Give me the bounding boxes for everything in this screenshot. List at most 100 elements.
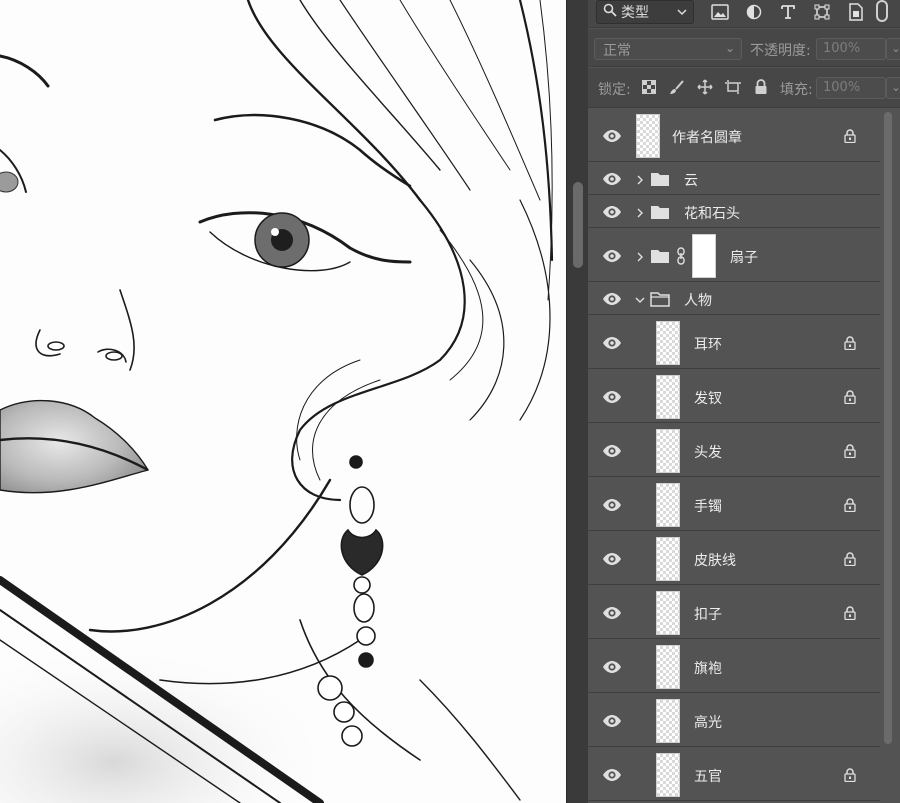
visibility-eye-icon[interactable] [602,292,622,306]
visibility-eye-icon[interactable] [602,660,622,674]
visibility-eye-icon[interactable] [602,172,622,186]
filter-kind-select[interactable]: 类型 [596,0,694,24]
adjustment-layer-filter-icon[interactable] [744,2,764,22]
lock-artboard-icon[interactable] [724,78,742,96]
search-icon [603,3,617,21]
layer-row[interactable]: 高光 [588,694,880,747]
link-chain-icon[interactable] [676,246,686,265]
layer-name: 手镯 [694,498,722,515]
layer-row[interactable]: 人物 [588,283,880,315]
blend-mode-bar: 正常 ⌄ 不透明度: 100% ⌄ [588,29,900,67]
blend-mode-value: 正常 [603,43,631,59]
opacity-value: 100% [823,41,861,56]
opacity-slider-toggle-icon[interactable]: ⌄ [886,38,900,60]
lock-options [640,78,770,96]
visibility-eye-icon[interactable] [602,390,622,404]
filter-toggle-switch[interactable] [876,0,888,22]
visibility-eye-icon[interactable] [602,768,622,782]
visibility-eye-icon[interactable] [602,552,622,566]
layers-scrollbar[interactable] [884,112,892,744]
layer-lock-icon [844,551,856,566]
layer-thumbnail[interactable] [656,320,680,365]
layer-name: 扇子 [730,249,758,266]
lock-all-icon[interactable] [752,78,770,96]
layer-row[interactable]: 扇子 [588,229,880,282]
layer-lock-icon [844,497,856,512]
expand-arrow-icon[interactable] [635,251,645,261]
layers-panel: 类型 正常 ⌄ 不透明度: 100% ⌄ 锁定: 填充: 100% ⌄ 作者名圆… [588,0,900,803]
layer-row[interactable]: 扣子 [588,586,880,639]
layer-name: 耳环 [694,336,722,353]
layer-lock-icon [844,767,856,782]
layer-thumbnail[interactable] [656,482,680,527]
canvas-scroll-thumb[interactable] [573,182,583,268]
folder-icon [650,248,670,264]
folder-icon [650,171,670,187]
filter-kind-label: 类型 [621,5,649,21]
layer-thumbnail[interactable] [656,590,680,635]
opacity-label: 不透明度: [750,43,811,59]
layer-row[interactable]: 五官 [588,748,880,801]
layer-row[interactable]: 云 [588,163,880,195]
visibility-eye-icon[interactable] [602,336,622,350]
canvas-scrollbar[interactable] [566,0,588,803]
layer-row[interactable]: 作者名圆章 [588,109,880,162]
layer-name: 皮肤线 [694,552,736,569]
layer-name: 发钗 [694,390,722,407]
layer-thumbnail[interactable] [656,698,680,743]
layer-lock-icon [844,605,856,620]
layer-name: 扣子 [694,606,722,623]
layer-list: 作者名圆章云花和石头扇子人物耳环发钗头发手镯皮肤线扣子旗袍高光五官 [588,109,900,803]
canvas-artwork[interactable] [0,0,566,803]
visibility-eye-icon[interactable] [602,249,622,263]
visibility-eye-icon[interactable] [602,498,622,512]
filter-type-icons [710,2,866,22]
layer-name: 头发 [694,444,722,461]
lock-bar: 锁定: 填充: 100% ⌄ [588,68,900,108]
expand-arrow-icon[interactable] [635,174,645,185]
layer-thumbnail[interactable] [656,536,680,581]
blend-mode-select[interactable]: 正常 ⌄ [594,38,742,60]
visibility-eye-icon[interactable] [602,714,622,728]
layer-thumbnail[interactable] [656,644,680,689]
lock-pixels-brush-icon[interactable] [668,78,686,96]
visibility-eye-icon[interactable] [602,129,622,143]
expand-arrow-icon[interactable] [635,207,645,218]
visibility-eye-icon[interactable] [602,606,622,620]
collapse-arrow-icon[interactable] [635,294,645,304]
layer-lock-icon [844,443,856,458]
chevron-down-icon [677,5,687,20]
layer-lock-icon [844,335,856,350]
shape-layer-filter-icon[interactable] [812,2,832,22]
lock-transparency-icon[interactable] [640,78,658,96]
layer-name: 作者名圆章 [672,129,742,146]
fill-slider-toggle-icon[interactable]: ⌄ [886,77,900,99]
layer-thumbnail[interactable] [636,113,660,158]
layer-row[interactable]: 手镯 [588,478,880,531]
layer-row[interactable]: 头发 [588,424,880,477]
layer-filter-bar: 类型 [588,0,900,28]
layer-thumbnail[interactable] [656,752,680,797]
layer-row[interactable]: 旗袍 [588,640,880,693]
layer-row[interactable]: 耳环 [588,316,880,369]
lock-position-move-icon[interactable] [696,78,714,96]
layer-row[interactable]: 发钗 [588,370,880,423]
visibility-eye-icon[interactable] [602,205,622,219]
opacity-field[interactable]: 100% ⌄ [816,38,900,60]
layer-name: 云 [684,173,698,189]
layer-thumbnail[interactable] [656,374,680,419]
pixel-layer-filter-icon[interactable] [710,2,730,22]
layer-mask-thumbnail[interactable] [692,233,716,278]
layer-row[interactable]: 花和石头 [588,196,880,228]
type-layer-filter-icon[interactable] [778,2,798,22]
visibility-eye-icon[interactable] [602,444,622,458]
folder-icon [650,204,670,220]
layer-name: 高光 [694,714,722,731]
layer-thumbnail[interactable] [656,428,680,473]
smart-object-filter-icon[interactable] [846,2,866,22]
lock-label: 锁定: [598,82,631,98]
layer-row[interactable]: 皮肤线 [588,532,880,585]
layer-lock-icon [844,389,856,404]
fill-field[interactable]: 100% ⌄ [816,77,900,99]
layer-name: 旗袍 [694,660,722,677]
